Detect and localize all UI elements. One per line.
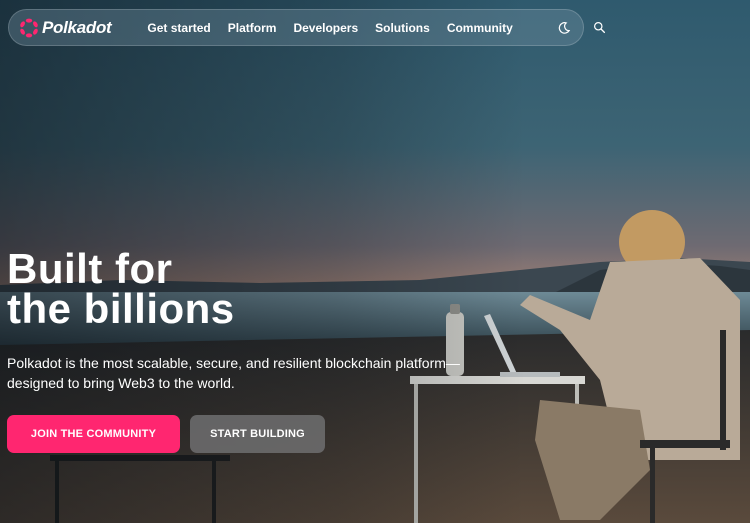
hero-subtitle: Polkadot is the most scalable, secure, a… (7, 355, 460, 391)
top-navigation: Polkadot Get started Platform Developers… (8, 9, 605, 46)
hero-section: Polkadot Get started Platform Developers… (0, 0, 750, 523)
moon-icon[interactable] (557, 20, 571, 36)
join-community-button[interactable]: JOIN THE COMMUNITY (7, 415, 180, 453)
nav-item-solutions[interactable]: Solutions (375, 21, 430, 35)
nav-item-get-started[interactable]: Get started (147, 21, 210, 35)
hero-headline-line-2: the billions (7, 285, 235, 332)
nav-item-platform[interactable]: Platform (228, 21, 277, 35)
search-icon[interactable] (593, 20, 606, 36)
start-building-button[interactable]: START BUILDING (190, 415, 325, 453)
nav-item-developers[interactable]: Developers (293, 21, 358, 35)
polkadot-logo[interactable]: Polkadot (19, 10, 112, 45)
hero-headline-line-1: Built for (7, 245, 173, 292)
brand-name: Polkadot (42, 17, 112, 37)
nav-item-community[interactable]: Community (447, 21, 513, 35)
polkadot-logo-icon (20, 18, 38, 37)
hero-headline: Built for the billions (7, 245, 235, 332)
